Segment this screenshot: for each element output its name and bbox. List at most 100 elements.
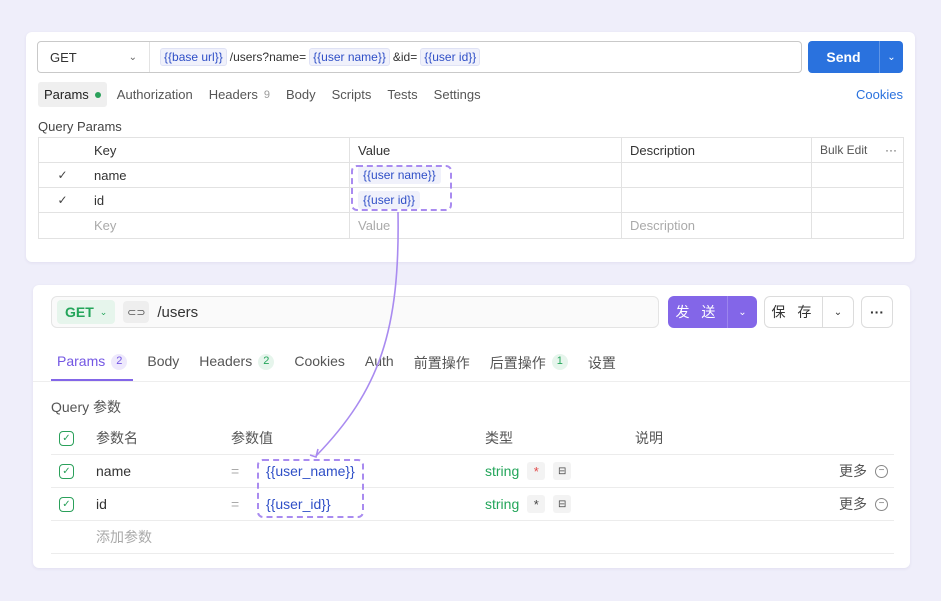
- tab-params[interactable]: Params: [38, 82, 107, 107]
- postman-url-bar[interactable]: GET ⌄ {{base url}}/users?name= {{user nam…: [37, 41, 802, 73]
- postman-params-table: Key Value Description Bulk Edit ··· ✓ na…: [38, 137, 904, 239]
- add-param-placeholder[interactable]: 添加参数: [96, 527, 152, 547]
- path-input[interactable]: /users: [157, 304, 198, 321]
- highlight-box-apifox-values: [257, 459, 364, 518]
- tab-label: Settings: [433, 87, 481, 102]
- remove-icon[interactable]: −: [875, 464, 888, 478]
- tab-label: 设置: [587, 355, 616, 371]
- table-row-empty: 添加参数: [51, 521, 894, 554]
- send-button[interactable]: Send ⌄: [808, 41, 903, 73]
- url-variable: {{user id}}: [420, 48, 481, 66]
- tab-label: Cookies: [294, 353, 345, 369]
- col-value: 参数值: [231, 430, 273, 446]
- checkbox[interactable]: ✓: [59, 496, 74, 512]
- description-placeholder[interactable]: Description: [622, 213, 812, 238]
- checkbox[interactable]: ✓: [57, 168, 67, 182]
- tab-2[interactable]: Headers 2: [193, 343, 280, 381]
- param-type[interactable]: string: [485, 496, 519, 512]
- tab-body[interactable]: Body: [280, 82, 322, 107]
- postman-request-panel: GET ⌄ {{base url}}/users?name= {{user nam…: [26, 32, 915, 262]
- more-link[interactable]: 更多: [839, 461, 867, 481]
- save-button[interactable]: 保 存 ⌄: [764, 296, 854, 328]
- tab-count: 9: [263, 88, 270, 101]
- settings-icon[interactable]: ⊟: [553, 495, 572, 513]
- link-icon[interactable]: ⊂⊃: [123, 301, 150, 323]
- postman-tabs: Params Authorization Headers 9 Body Scripts Te…: [38, 82, 491, 107]
- table-header: Key Value Description Bulk Edit ···: [39, 138, 903, 163]
- checkbox[interactable]: ✓: [57, 193, 67, 207]
- tab-label: Params: [44, 87, 89, 102]
- apifox-tabs: Params 2 Body Headers 2 Cookies Auth 前置操作 后置操作 1 设…: [51, 343, 630, 381]
- col-type: 类型: [485, 430, 513, 446]
- url-text: &id=: [392, 50, 418, 64]
- more-dots-icon: ···: [870, 304, 884, 320]
- tab-count-badge: 2: [258, 354, 275, 370]
- url-text: /users?name=: [229, 50, 307, 64]
- row-description[interactable]: [622, 163, 812, 187]
- url-variable: {{base url}}: [160, 48, 227, 66]
- remove-icon[interactable]: −: [875, 497, 888, 511]
- method-select[interactable]: GET ⌄: [57, 300, 116, 324]
- key-placeholder[interactable]: Key: [86, 213, 350, 238]
- settings-icon[interactable]: ⊟: [553, 462, 572, 480]
- apifox-request-panel: GET ⌄ ⊂⊃ /users 发 送 ⌄ 保 存 ⌄ ··· Params 2 B…: [33, 285, 910, 568]
- url-input[interactable]: {{base url}}/users?name= {{user name}} &id…: [150, 48, 481, 66]
- tab-3[interactable]: Cookies: [288, 343, 351, 381]
- checkbox[interactable]: ✓: [59, 463, 74, 479]
- col-description: Description: [622, 138, 812, 162]
- tab-4[interactable]: Auth: [359, 343, 400, 381]
- tab-7[interactable]: 设置: [582, 343, 622, 381]
- table-row: ✓ id {{user id}}: [39, 188, 903, 213]
- tab-5[interactable]: 前置操作: [408, 343, 476, 381]
- more-button[interactable]: ···: [861, 296, 893, 328]
- chevron-down-icon[interactable]: ⌄: [823, 307, 853, 318]
- row-key[interactable]: name: [86, 163, 350, 187]
- col-description: 说明: [635, 430, 663, 446]
- query-params-title: Query Params: [38, 119, 122, 134]
- tab-authorization[interactable]: Authorization: [111, 82, 199, 107]
- tab-label: Body: [285, 87, 316, 102]
- tab-tests[interactable]: Tests: [381, 82, 423, 107]
- send-button[interactable]: 发 送 ⌄: [668, 296, 757, 328]
- status-dot-icon: [94, 91, 101, 98]
- apifox-params-table: ✓ 参数名 参数值 类型 说明 ✓ name = {{user_name}} s…: [51, 422, 894, 554]
- more-link[interactable]: 更多: [839, 494, 867, 514]
- required-star-icon[interactable]: *: [527, 462, 546, 480]
- value-placeholder[interactable]: Value: [350, 213, 622, 238]
- required-star-icon[interactable]: *: [527, 495, 546, 513]
- bulk-edit-button[interactable]: Bulk Edit ···: [812, 138, 903, 162]
- divider: [33, 381, 910, 382]
- tab-scripts[interactable]: Scripts: [326, 82, 378, 107]
- param-name[interactable]: name: [96, 463, 231, 479]
- tab-headers[interactable]: Headers 9: [203, 82, 276, 107]
- col-value: Value: [350, 138, 622, 162]
- more-dots-icon[interactable]: ···: [885, 143, 897, 157]
- select-all-checkbox[interactable]: ✓: [59, 430, 74, 446]
- tab-label: Headers: [199, 353, 253, 369]
- chevron-down-icon[interactable]: ⌄: [727, 296, 757, 328]
- param-type[interactable]: string: [485, 463, 519, 479]
- table-row: ✓ name = {{user_name}} string * ⊟ 更多 −: [51, 455, 894, 488]
- tab-label: Params: [57, 353, 106, 369]
- apifox-url-bar[interactable]: GET ⌄ ⊂⊃ /users: [51, 296, 659, 328]
- chevron-down-icon[interactable]: ⌄: [879, 41, 903, 73]
- method-select[interactable]: GET ⌄: [38, 42, 150, 72]
- tab-settings[interactable]: Settings: [428, 82, 487, 107]
- col-key: Key: [86, 138, 350, 162]
- tab-label: 后置操作: [489, 355, 546, 371]
- tab-count-badge: 2: [111, 354, 128, 370]
- tab-1[interactable]: Body: [141, 343, 185, 381]
- tab-label: Tests: [387, 87, 418, 102]
- tab-label: Scripts: [331, 87, 372, 102]
- param-name[interactable]: id: [96, 496, 231, 512]
- row-key[interactable]: id: [86, 188, 350, 212]
- table-row: ✓ name {{user name}}: [39, 163, 903, 188]
- highlight-box-postman-values: [351, 165, 452, 211]
- chevron-down-icon: ⌄: [99, 306, 108, 317]
- row-description[interactable]: [622, 188, 812, 212]
- tab-6[interactable]: 后置操作 1: [484, 343, 574, 381]
- tab-0[interactable]: Params 2: [51, 343, 134, 381]
- cookies-link[interactable]: Cookies: [856, 87, 903, 102]
- tab-label: 前置操作: [413, 355, 470, 371]
- query-params-title: Query 参数: [51, 399, 122, 415]
